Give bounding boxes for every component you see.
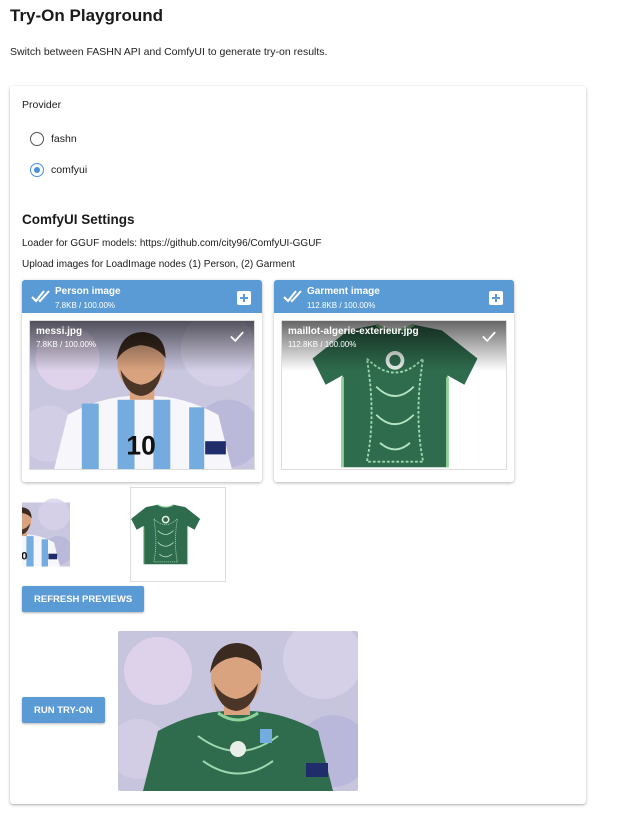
radio-fashn[interactable] <box>30 132 44 146</box>
provider-label: Provider <box>22 99 62 111</box>
person-file-tile[interactable]: messi.jpg 7.8KB / 100.00% <box>29 320 255 470</box>
radio-label-comfyui: comfyui <box>51 164 88 176</box>
garment-file-tile[interactable]: maillot-algerie-exterieur.jpg 112.8KB / … <box>281 320 507 470</box>
plus-icon[interactable] <box>237 291 251 305</box>
loader-info: Loader for GGUF models: https://github.c… <box>22 238 322 249</box>
run-try-on-button[interactable]: RUN TRY-ON <box>22 697 105 723</box>
check-icon <box>230 331 244 342</box>
radio-label-fashn: fashn <box>51 133 77 145</box>
check-icon <box>482 331 496 342</box>
file-name: messi.jpg <box>36 326 83 337</box>
plus-icon[interactable] <box>489 291 503 305</box>
garment-uploader: Garment image 112.8KB / 100.00% maillot-… <box>274 280 514 482</box>
double-check-icon <box>31 289 51 303</box>
provider-option-comfyui[interactable]: comfyui <box>30 163 87 177</box>
person-preview <box>22 487 118 582</box>
uploader-title: Person image <box>55 286 121 297</box>
provider-option-fashn[interactable]: fashn <box>30 132 77 146</box>
uploader-title: Garment image <box>307 286 380 297</box>
upload-info: Upload images for LoadImage nodes (1) Pe… <box>22 259 295 270</box>
file-meta: 112.8KB / 100.00% <box>288 340 357 349</box>
settings-card: Provider fashn comfyui ComfyUI Settings … <box>10 86 586 804</box>
person-uploader: Person image 7.8KB / 100.00% messi.jpg 7… <box>22 280 262 482</box>
page-subtitle: Switch between FASHN API and ComfyUI to … <box>10 46 328 58</box>
uploader-meta: 7.8KB / 100.00% <box>55 301 116 310</box>
radio-comfyui[interactable] <box>30 163 44 177</box>
file-meta: 7.8KB / 100.00% <box>36 340 97 349</box>
uploader-header: Person image 7.8KB / 100.00% <box>22 280 262 313</box>
file-name: maillot-algerie-exterieur.jpg <box>288 326 419 337</box>
uploader-header: Garment image 112.8KB / 100.00% <box>274 280 514 313</box>
page-title: Try-On Playground <box>10 6 164 25</box>
garment-preview <box>130 487 226 582</box>
double-check-icon <box>283 289 303 303</box>
refresh-previews-button[interactable]: REFRESH PREVIEWS <box>22 586 145 612</box>
try-on-result-image <box>118 631 358 791</box>
uploader-meta: 112.8KB / 100.00% <box>307 301 376 310</box>
comfyui-settings-title: ComfyUI Settings <box>22 212 135 227</box>
